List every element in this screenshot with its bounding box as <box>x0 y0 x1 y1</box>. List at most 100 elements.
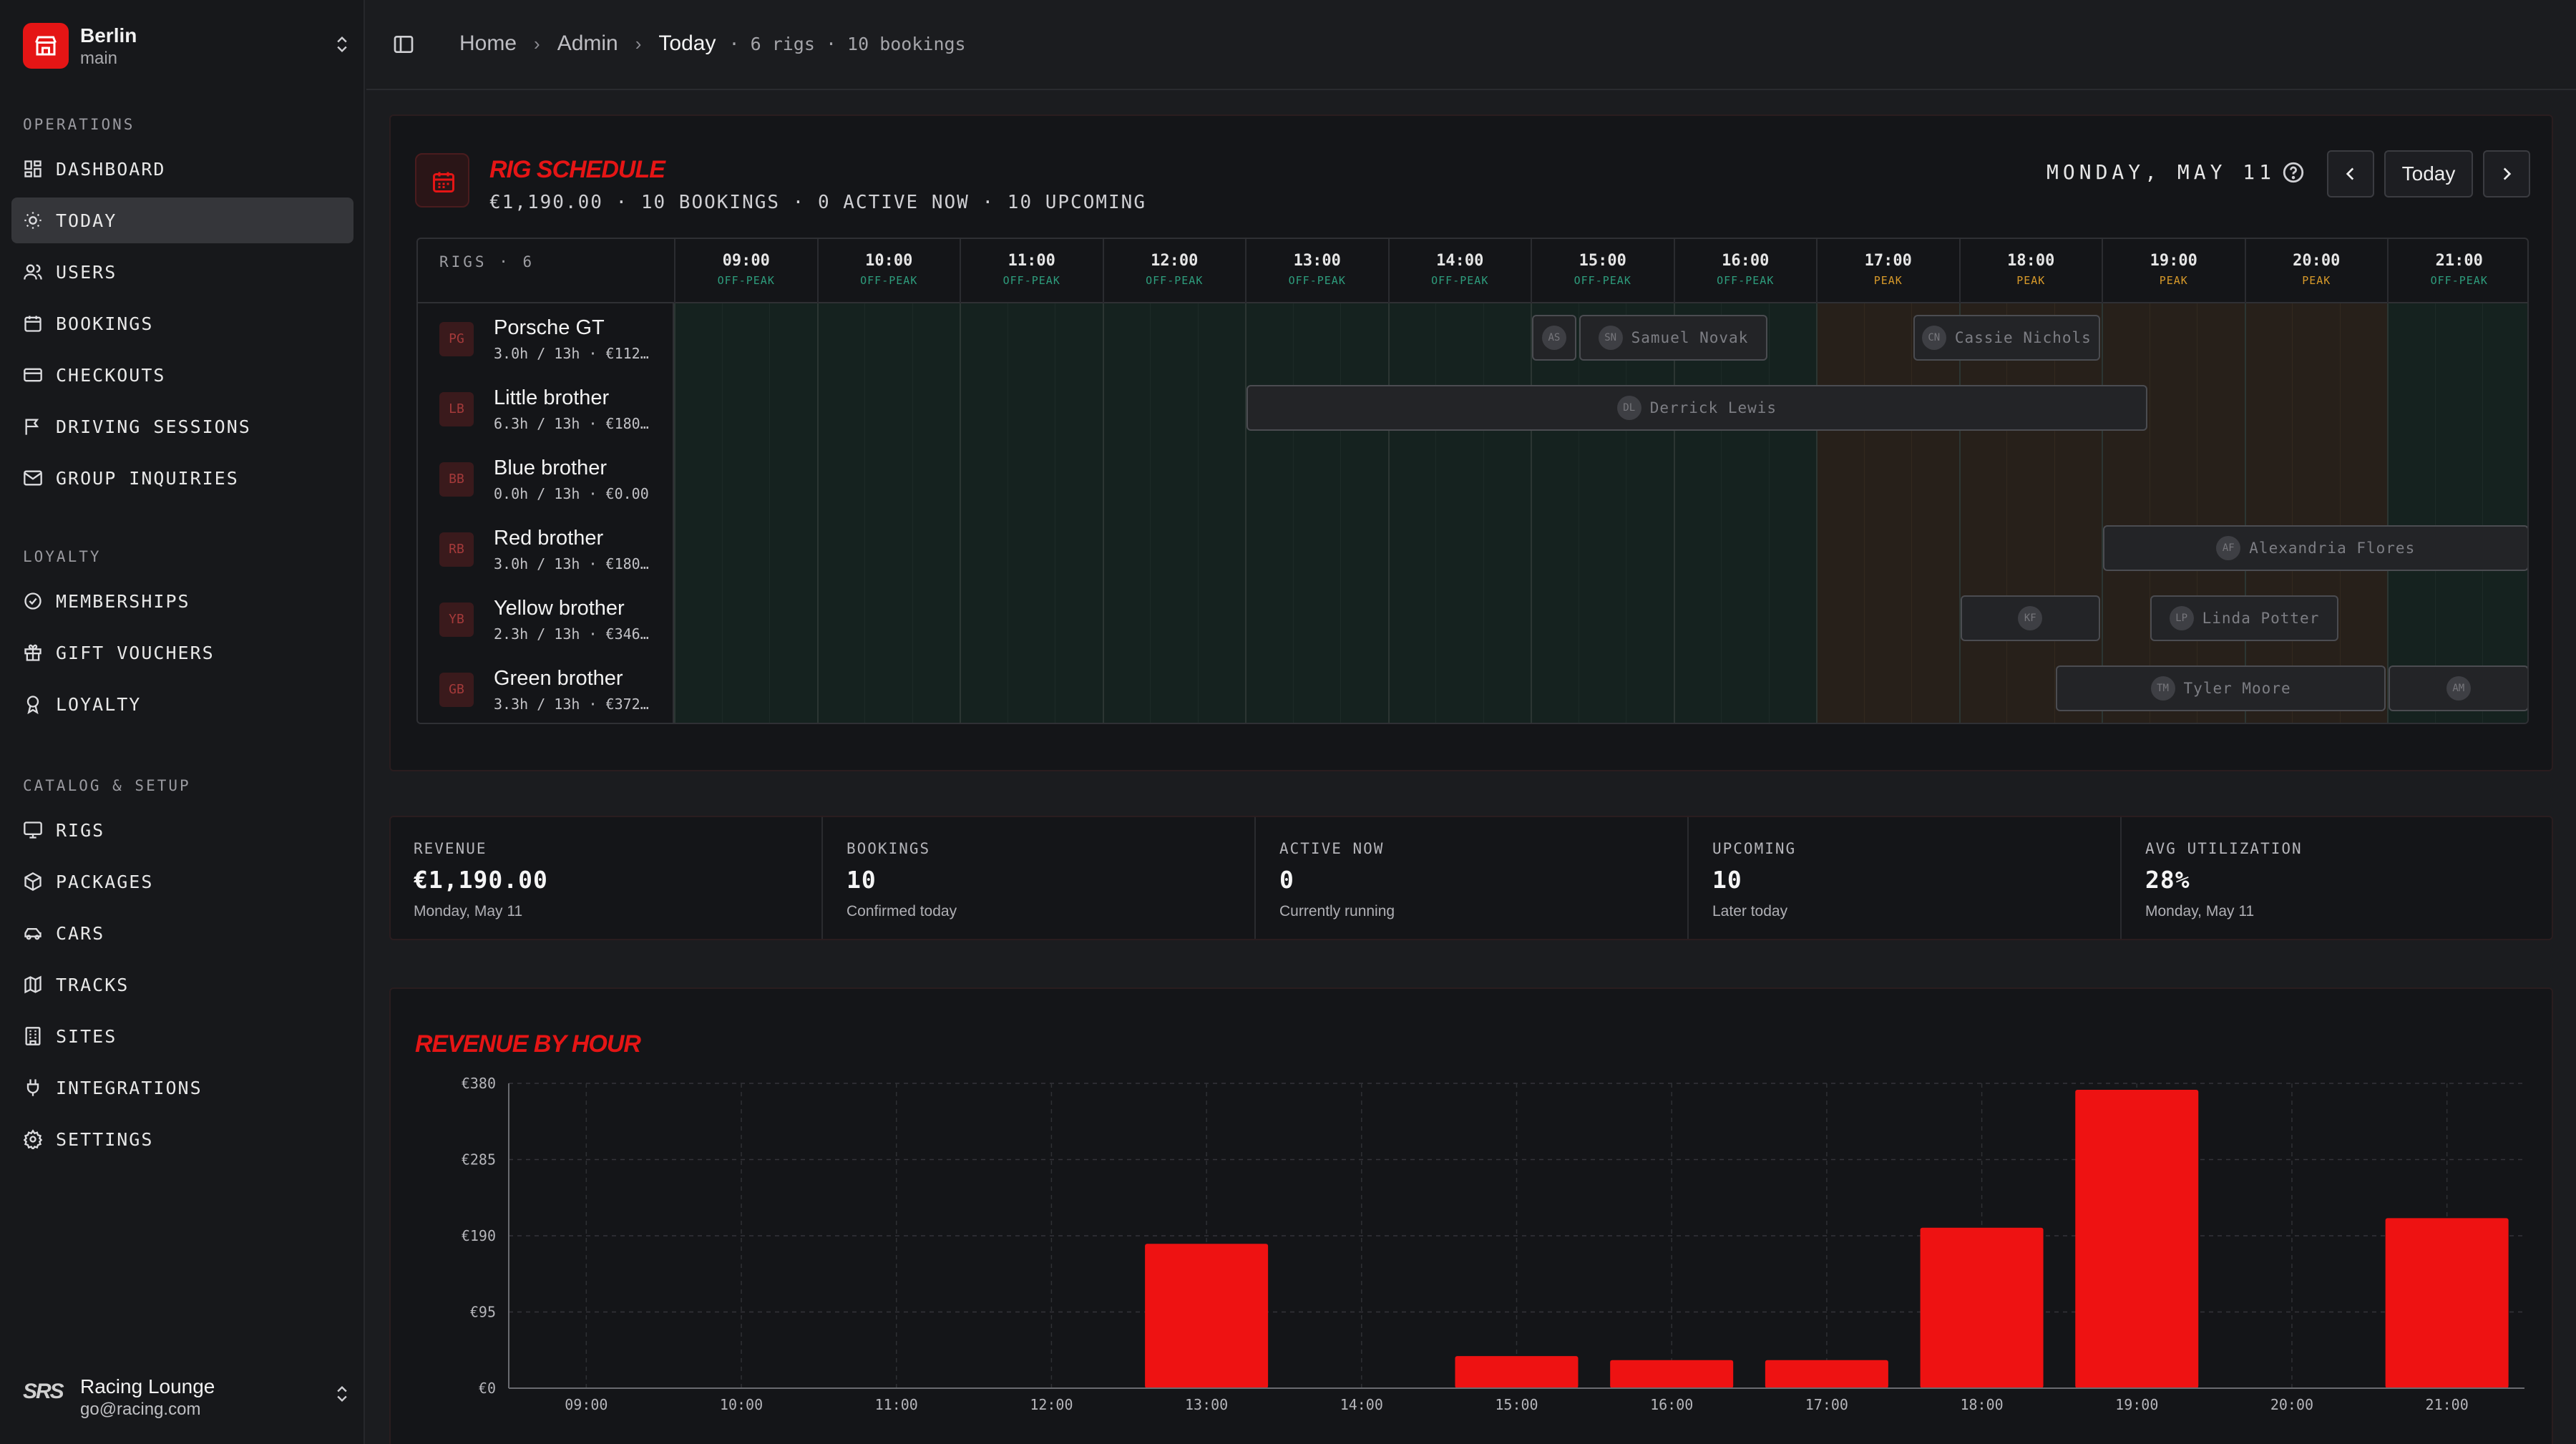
sidebar-item-tracks[interactable]: TRACKS <box>11 962 353 1008</box>
time-slot[interactable] <box>1768 584 1816 654</box>
time-slot[interactable] <box>2339 444 2387 514</box>
site-switcher[interactable]: Berlin main <box>23 21 352 72</box>
time-slot[interactable] <box>1816 584 1864 654</box>
revenue-bar[interactable] <box>1765 1360 1888 1388</box>
time-slot[interactable] <box>2054 514 2102 584</box>
time-slot[interactable] <box>1245 514 1293 584</box>
revenue-bar[interactable] <box>2075 1089 2199 1388</box>
time-slot[interactable] <box>2244 374 2292 444</box>
time-slot[interactable] <box>2434 303 2482 374</box>
time-slot[interactable] <box>1387 514 1435 584</box>
time-slot[interactable] <box>1150 444 1198 514</box>
time-slot[interactable] <box>2292 444 2340 514</box>
time-slot[interactable] <box>769 514 817 584</box>
time-slot[interactable] <box>1340 514 1388 584</box>
time-slot[interactable] <box>816 514 864 584</box>
time-slot[interactable] <box>816 303 864 374</box>
booking-block[interactable]: TM Tyler Moore <box>2056 665 2386 711</box>
time-slot[interactable] <box>1007 374 1055 444</box>
time-slot[interactable] <box>1911 514 1959 584</box>
time-slot[interactable] <box>1340 303 1388 374</box>
sidebar-item-memberships[interactable]: MEMBERSHIPS <box>11 578 353 624</box>
sidebar-item-loyalty[interactable]: LOYALTY <box>11 681 353 727</box>
time-slot[interactable] <box>1673 584 1721 654</box>
time-slot[interactable] <box>2482 374 2527 444</box>
help-circle-icon[interactable] <box>2281 160 2306 185</box>
time-slot[interactable] <box>1673 654 1721 723</box>
time-slot[interactable] <box>2482 303 2527 374</box>
time-slot[interactable] <box>912 444 960 514</box>
time-slot[interactable] <box>2434 584 2482 654</box>
time-slot[interactable] <box>2149 444 2197 514</box>
time-slot[interactable] <box>1340 444 1388 514</box>
time-slot[interactable] <box>2054 444 2102 514</box>
time-slot[interactable] <box>1340 584 1388 654</box>
sidebar-item-dashboard[interactable]: DASHBOARD <box>11 146 353 192</box>
account-switcher[interactable]: SRS Racing Lounge go@racing.com <box>23 1367 352 1424</box>
rig-info[interactable]: BB Blue brother 0.0h / 13h · €0.00 <box>418 444 674 514</box>
time-slot[interactable] <box>816 374 864 444</box>
sidebar-item-packages[interactable]: PACKAGES <box>11 859 353 904</box>
time-slot[interactable] <box>1816 654 1864 723</box>
sidebar-item-integrations[interactable]: INTEGRATIONS <box>11 1065 353 1111</box>
time-slot[interactable] <box>864 514 912 584</box>
time-slot[interactable] <box>1055 303 1103 374</box>
time-slot[interactable] <box>912 654 960 723</box>
time-slot[interactable] <box>1578 584 1626 654</box>
time-slot[interactable] <box>816 444 864 514</box>
time-slot[interactable] <box>1197 654 1245 723</box>
time-slot[interactable] <box>674 303 722 374</box>
time-slot[interactable] <box>1387 584 1435 654</box>
sidebar-toggle-icon[interactable] <box>392 33 415 56</box>
booking-block[interactable]: DL Derrick Lewis <box>1246 385 2147 431</box>
time-slot[interactable] <box>1197 444 1245 514</box>
time-slot[interactable] <box>2102 584 2150 654</box>
time-slot[interactable] <box>721 374 769 444</box>
revenue-bar[interactable] <box>1920 1227 2044 1388</box>
time-slot[interactable] <box>2197 374 2245 444</box>
time-slot[interactable] <box>1531 584 1579 654</box>
time-slot[interactable] <box>1245 654 1293 723</box>
time-slot[interactable] <box>1721 444 1769 514</box>
booking-block[interactable]: AF Alexandria Flores <box>2103 525 2527 571</box>
time-slot[interactable] <box>1245 584 1293 654</box>
time-slot[interactable] <box>1768 514 1816 584</box>
time-slot[interactable] <box>2387 444 2435 514</box>
time-slot[interactable] <box>1102 584 1150 654</box>
rig-info[interactable]: RB Red brother 3.0h / 13h · €180… <box>418 514 674 584</box>
time-slot[interactable] <box>1578 654 1626 723</box>
time-slot[interactable] <box>1911 444 1959 514</box>
rig-info[interactable]: YB Yellow brother 2.3h / 13h · €346… <box>418 584 674 654</box>
time-slot[interactable] <box>1102 444 1150 514</box>
time-slot[interactable] <box>2387 374 2435 444</box>
time-slot[interactable] <box>1102 303 1150 374</box>
sidebar-item-users[interactable]: USERS <box>11 249 353 295</box>
booking-block[interactable]: KF <box>1960 595 2100 641</box>
time-slot[interactable] <box>864 584 912 654</box>
time-slot[interactable] <box>1863 654 1911 723</box>
time-slot[interactable] <box>1007 514 1055 584</box>
time-slot[interactable] <box>2197 303 2245 374</box>
time-slot[interactable] <box>1197 514 1245 584</box>
time-slot[interactable] <box>1150 303 1198 374</box>
time-slot[interactable] <box>2102 444 2150 514</box>
time-slot[interactable] <box>2434 444 2482 514</box>
time-slot[interactable] <box>1626 654 1674 723</box>
time-slot[interactable] <box>769 374 817 444</box>
next-day-button[interactable] <box>2483 150 2530 197</box>
time-slot[interactable] <box>816 654 864 723</box>
time-slot[interactable] <box>1531 444 1579 514</box>
time-slot[interactable] <box>1578 514 1626 584</box>
time-slot[interactable] <box>1911 584 1959 654</box>
time-slot[interactable] <box>2006 514 2054 584</box>
time-slot[interactable] <box>721 514 769 584</box>
time-slot[interactable] <box>2434 374 2482 444</box>
time-slot[interactable] <box>721 584 769 654</box>
time-slot[interactable] <box>674 374 722 444</box>
time-slot[interactable] <box>1007 584 1055 654</box>
time-slot[interactable] <box>2149 303 2197 374</box>
time-slot[interactable] <box>1055 514 1103 584</box>
time-slot[interactable] <box>1292 444 1340 514</box>
booking-block[interactable]: CN Cassie Nichols <box>1913 315 2100 361</box>
time-slot[interactable] <box>1435 514 1483 584</box>
